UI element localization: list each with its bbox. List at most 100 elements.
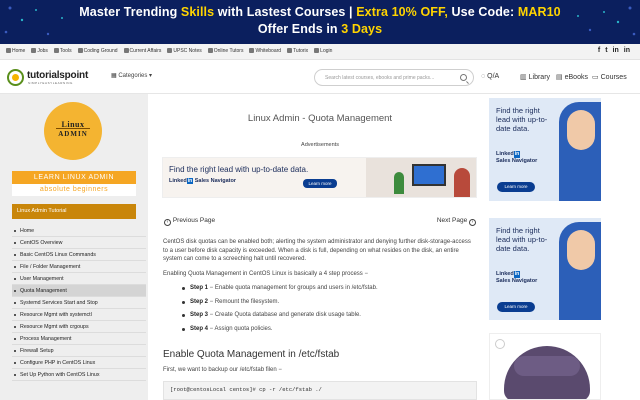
sidebar-item[interactable]: File / Folder Management — [12, 261, 146, 273]
step-label: Step 3 — [190, 312, 209, 318]
search-box[interactable] — [314, 69, 474, 86]
promo-banner[interactable]: Master Trending Skills with Lastest Cour… — [0, 0, 640, 44]
sidebar-item[interactable]: Process Management — [12, 333, 146, 345]
top-nav-link-home[interactable]: Home — [6, 48, 25, 54]
linkedin-side-ad[interactable]: Find the right lead with up-to-date data… — [489, 98, 601, 201]
linkedin-icon: in — [513, 271, 521, 278]
search-input[interactable] — [325, 73, 455, 83]
previous-page-label: Previous Page — [172, 217, 216, 224]
learn-banner: LEARN LINUX ADMIN — [12, 171, 136, 184]
previous-page-link[interactable]: ‹ Previous Page — [164, 217, 215, 226]
side-ad-brand: Linkedin Sales Navigator — [496, 271, 537, 285]
ebooks-icon: ▤ — [556, 74, 563, 81]
ad-headline: Find the right lead with up-to-date data… — [169, 165, 309, 174]
sidebar-item[interactable]: Home — [12, 225, 146, 237]
twitter-icon[interactable]: t — [605, 47, 607, 54]
tutorial-menu: Home CentOS Overview Basic CentOS Linux Co… — [12, 225, 146, 381]
site-logo[interactable]: tutorialspoint SIMPLYEASYLEARNING — [7, 69, 103, 86]
chevron-left-icon: ‹ — [164, 219, 171, 226]
sidebar-item[interactable]: Set Up Python with CentOS Linux — [12, 369, 146, 381]
promo-text: Offer Ends in — [257, 22, 342, 36]
page-title: Linux Admin - Quota Management — [247, 113, 393, 124]
chevron-right-icon: › — [469, 219, 476, 226]
logo-text: tutorialspoint — [27, 70, 89, 81]
sidebar-item[interactable]: Quota Management — [12, 285, 146, 297]
step-label: Step 2 — [190, 298, 209, 305]
top-nav-link-label: Whiteboard — [255, 48, 282, 54]
sidebar-item[interactable]: CentOS Overview — [12, 237, 146, 249]
top-nav-links: Home Jobs Tools Coding Ground Current Affair… — [6, 48, 338, 54]
header-nav-label: Q/A — [487, 73, 500, 80]
backup-paragraph: First, we want to backup our /etc/fstab … — [163, 367, 282, 373]
beanbag-ad[interactable] — [489, 333, 601, 400]
facebook-icon[interactable]: f — [598, 47, 600, 54]
nav-link-icon — [207, 48, 213, 53]
top-nav-link-current-affairs[interactable]: Current Affairs — [123, 48, 161, 54]
nav-link-icon — [167, 48, 173, 53]
side-ad-brand: Linkedin Sales Navigator — [496, 151, 537, 165]
top-nav-link-coding-ground[interactable]: Coding Ground — [77, 48, 118, 54]
top-nav-link-label: Home — [12, 48, 26, 54]
promo-highlight: 3 Days — [341, 22, 383, 36]
qa-icon: ◌ — [481, 73, 486, 80]
step-item: Step 1 − Enable quota management for gro… — [182, 284, 480, 298]
side-ad-learn-more-button[interactable]: Learn more — [497, 302, 535, 312]
top-nav-link-whiteboard[interactable]: Whiteboard — [249, 48, 281, 54]
steps-list: Step 1 − Enable quota management for gro… — [182, 284, 480, 338]
left-sidebar: Linux ADMIN LEARN LINUX ADMIN absolute b… — [0, 94, 148, 400]
nav-link-icon — [31, 48, 37, 53]
section-heading: Enable Quota Management in /etc/fstab — [163, 349, 340, 360]
nav-link-icon — [314, 48, 320, 53]
header-nav-courses[interactable]: ▭ Courses — [592, 73, 627, 81]
sidebar-item[interactable]: Resource Mgmt with systemctl — [12, 309, 146, 321]
sidebar-item[interactable]: Firewall Setup — [12, 345, 146, 357]
plant-illustration — [394, 172, 404, 194]
youtube-icon[interactable]: in — [624, 47, 630, 54]
top-nav: Home Jobs Tools Coding Ground Current Affair… — [0, 44, 640, 60]
top-nav-link-jobs[interactable]: Jobs — [31, 48, 48, 54]
top-nav-link-label: Online Tutors — [213, 48, 244, 54]
header-nav-q-a[interactable]: ◌ Q/A — [481, 73, 499, 80]
top-nav-link-upsc-notes[interactable]: UPSC Notes — [167, 48, 202, 54]
search-icon[interactable] — [460, 74, 467, 81]
top-nav-link-tutorix[interactable]: Tutorix — [287, 48, 308, 54]
header-nav-label: Library — [528, 74, 551, 81]
next-page-link[interactable]: Next Page › — [437, 217, 476, 226]
nav-link-icon — [123, 48, 129, 53]
sidebar-item[interactable]: Resource Mgmt with crgoups — [12, 321, 146, 333]
beanbag-image — [504, 346, 590, 399]
linkedin-ad-banner[interactable]: Find the right lead with up-to-date data… — [162, 157, 477, 198]
step-text: − Assign quota policies. — [208, 325, 273, 332]
sidebar-item[interactable]: Configure PHP in CentOS Linux — [12, 357, 146, 369]
top-nav-link-online-tutors[interactable]: Online Tutors — [207, 48, 244, 54]
ad-brand-text: Linked — [169, 178, 187, 184]
header-nav-label: Courses — [600, 74, 627, 81]
promo-highlight: MAR10 — [517, 5, 561, 19]
monitor-illustration — [412, 164, 446, 186]
header-nav-ebooks[interactable]: ▤ eBooks — [556, 73, 588, 81]
sidebar-item[interactable]: Systemd Services Start and Stop — [12, 297, 146, 309]
ad-brand: Linkedin Sales Navigator — [169, 178, 236, 184]
side-ad-product: Sales Navigator — [496, 278, 538, 284]
categories-menu[interactable]: ▦ Categories ▾ — [111, 72, 152, 79]
top-nav-link-login[interactable]: Login — [314, 48, 332, 54]
code-block: [root@centosLocal centos]# cp -r /etc/fs… — [163, 381, 477, 400]
ad-office-scene — [366, 158, 476, 197]
step-item: Step 2 − Remount the filesystem. — [182, 298, 480, 312]
header-nav-library[interactable]: ▥ Library — [520, 73, 550, 81]
sidebar-item[interactable]: Basic CentOS Linux Commands — [12, 249, 146, 261]
person-face-illustration — [567, 230, 595, 270]
ad-learn-more-button[interactable]: Learn more — [303, 179, 337, 188]
side-ad-learn-more-button[interactable]: Learn more — [497, 182, 535, 192]
top-nav-link-label: Coding Ground — [83, 48, 118, 54]
step-label: Step 1 — [190, 285, 209, 291]
linkedin-side-ad[interactable]: Find the right lead with up-to-date data… — [489, 218, 601, 320]
linkedin-icon[interactable]: in — [613, 47, 619, 54]
intro-paragraph: CentOS disk quotas can be enabled both; … — [163, 239, 471, 263]
top-nav-link-tools[interactable]: Tools — [53, 48, 72, 54]
tutorial-heading[interactable]: Linux Admin Tutorial — [12, 204, 136, 219]
promo-line-1: Master Trending Skills with Lastest Cour… — [0, 5, 640, 19]
main-content: Linux Admin - Quota Management Advertise… — [156, 94, 484, 400]
person-face-illustration — [567, 110, 595, 150]
sidebar-item[interactable]: User Management — [12, 273, 146, 285]
